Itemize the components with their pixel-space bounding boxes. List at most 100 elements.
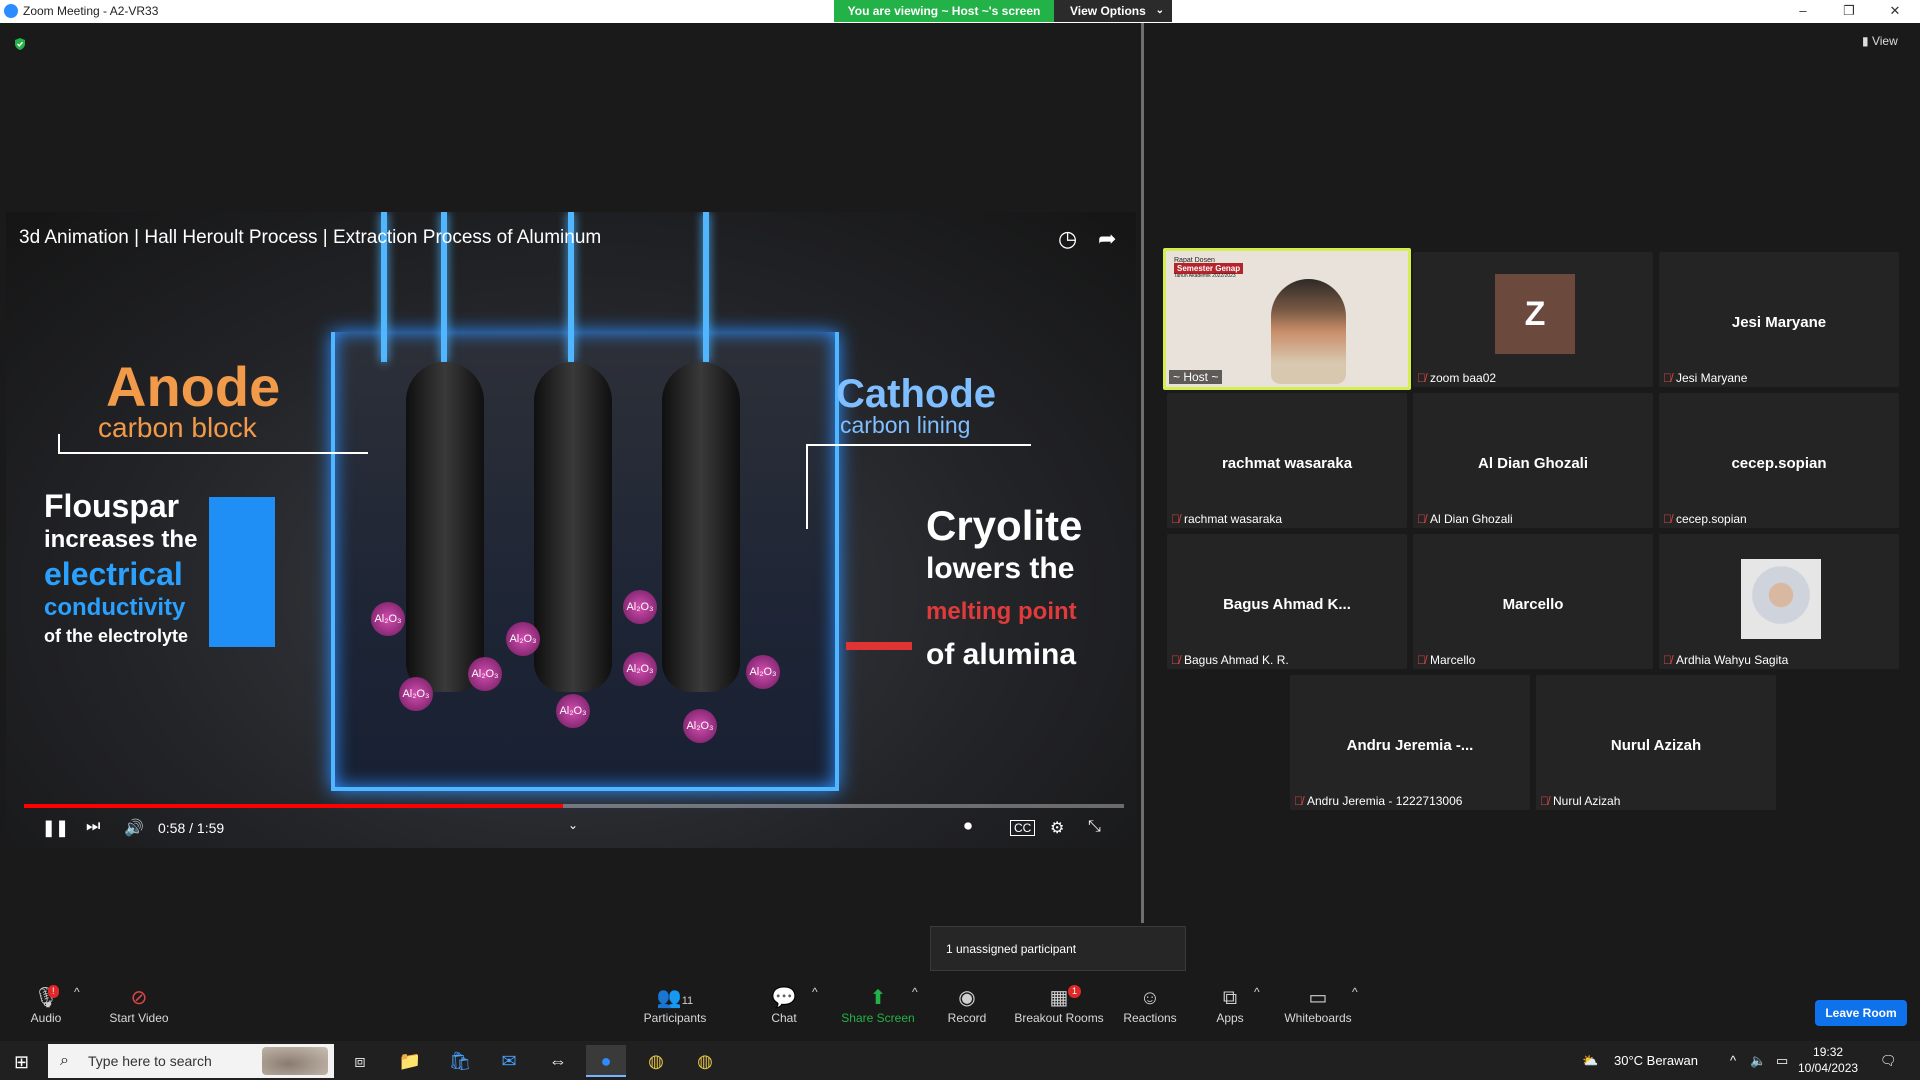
- search-placeholder: Type here to search: [88, 1053, 212, 1069]
- anode-block: [662, 362, 740, 692]
- participant-tile-host[interactable]: Rapat Dosen Semester Genap Tahun Akademi…: [1163, 248, 1411, 390]
- participant-display-name: Bagus Ahmad K...: [1223, 596, 1351, 613]
- cathode-label: Cathode: [836, 372, 996, 416]
- participant-tile[interactable]: Jesi Maryane 🎙̸ Jesi Maryane: [1659, 252, 1899, 387]
- cathode-sub-label: carbon lining: [840, 412, 971, 438]
- chat-button[interactable]: 💬 Chat: [764, 985, 804, 1025]
- exit-fullscreen-icon[interactable]: ⤡: [1088, 818, 1101, 836]
- participant-name: Ardhia Wahyu Sagita: [1676, 653, 1789, 667]
- apps-options-caret[interactable]: ^: [1254, 985, 1260, 999]
- avatar: [1741, 559, 1821, 639]
- close-button[interactable]: ✕: [1872, 0, 1918, 23]
- participant-name-tag: 🎙̸ Al Dian Ghozali: [1417, 512, 1513, 526]
- taskbar-clock[interactable]: 19:32 10/04/2023: [1798, 1044, 1858, 1076]
- ion: Al₂O₃: [623, 590, 657, 624]
- participant-tile[interactable]: Andru Jeremia -... 🎙̸ Andru Jeremia - 122…: [1290, 675, 1530, 810]
- participant-tile[interactable]: 🎙̸ Ardhia Wahyu Sagita: [1659, 534, 1899, 669]
- share-icon[interactable]: ➦: [1098, 226, 1116, 252]
- participant-tile[interactable]: Nurul Azizah 🎙̸ Nurul Azizah: [1536, 675, 1776, 810]
- weather-icon[interactable]: ⛅: [1582, 1041, 1598, 1080]
- anode-sub-label: carbon block: [98, 412, 257, 443]
- participant-name: Marcello: [1430, 653, 1476, 667]
- file-explorer-icon[interactable]: 📁: [390, 1045, 430, 1077]
- weather-text[interactable]: 30°C Berawan: [1614, 1041, 1698, 1080]
- pause-icon[interactable]: ❚❚: [42, 818, 69, 838]
- participant-tile[interactable]: Al Dian Ghozali 🎙̸ Al Dian Ghozali: [1413, 393, 1653, 528]
- ion: Al₂O₃: [506, 622, 540, 656]
- breakout-rooms-icon: ▦: [1049, 987, 1069, 1009]
- participant-name: rachmat wasaraka: [1184, 512, 1283, 526]
- minimize-button[interactable]: –: [1780, 0, 1826, 23]
- settings-gear-icon[interactable]: ⚙: [1050, 818, 1064, 838]
- slide-text: Tahun Akademik 2022/2023: [1174, 273, 1236, 279]
- chevron-down-icon[interactable]: ⌄: [568, 818, 578, 832]
- record-button[interactable]: ◉ Record: [944, 985, 990, 1025]
- next-icon[interactable]: ⏭: [86, 818, 100, 836]
- zoom-taskbar-icon[interactable]: ●: [586, 1045, 626, 1077]
- view-options-button[interactable]: View Options ⌄: [1054, 0, 1172, 22]
- notifications-icon[interactable]: 🗨: [1880, 1041, 1897, 1080]
- mail-icon[interactable]: ✉: [489, 1045, 529, 1077]
- video-title[interactable]: 3d Animation | Hall Heroult Process | Ex…: [19, 227, 601, 249]
- encryption-shield-icon[interactable]: [13, 37, 27, 51]
- participant-name: Bagus Ahmad K. R.: [1184, 653, 1289, 667]
- share-options-caret[interactable]: ^: [912, 985, 918, 999]
- breakout-rooms-button[interactable]: ▦ Breakout Rooms 1: [1012, 985, 1106, 1025]
- video-progress-bar[interactable]: [24, 804, 1124, 808]
- share-screen-button[interactable]: ⬆ Share Screen: [838, 985, 918, 1025]
- video-controls: ❚❚ ⏭ 🔊 0:58 / 1:59 ⌄ ⏺ CC ⚙ ⤡: [6, 810, 1136, 848]
- unassigned-participant-toast[interactable]: 1 unassigned participant: [930, 926, 1186, 971]
- network-icon[interactable]: ▭: [1776, 1041, 1788, 1080]
- windows-taskbar: ⊞ ⌕ Type here to search ⧈ 📁 🛍 ✉ ⇔ ● ◍ ◍ …: [0, 1041, 1920, 1080]
- task-view-icon[interactable]: ⧈: [340, 1045, 380, 1077]
- volume-icon[interactable]: 🔈: [1750, 1041, 1766, 1080]
- windows-start-icon[interactable]: ⊞: [14, 1052, 29, 1073]
- toolbar-label: Whiteboards: [1284, 1011, 1352, 1025]
- participant-tile[interactable]: rachmat wasaraka 🎙̸ rachmat wasaraka: [1167, 393, 1407, 528]
- teamviewer-icon[interactable]: ⇔: [538, 1045, 578, 1077]
- taskbar-search[interactable]: ⌕ Type here to search: [48, 1044, 334, 1078]
- window-title: Zoom Meeting - A2-VR33: [23, 4, 159, 18]
- whiteboards-button[interactable]: ▭ Whiteboards: [1282, 985, 1354, 1025]
- zoom-app-icon: [4, 4, 18, 18]
- participant-name: ~ Host ~: [1169, 370, 1223, 384]
- restore-button[interactable]: ❐: [1826, 0, 1872, 23]
- apps-button[interactable]: ⧉ Apps: [1212, 985, 1248, 1025]
- chat-options-caret[interactable]: ^: [812, 985, 818, 999]
- participant-tile[interactable]: Marcello 🎙̸ Marcello: [1413, 534, 1653, 669]
- mic-muted-icon: 🎙̸: [1663, 512, 1672, 526]
- chrome-icon[interactable]: ◍: [636, 1045, 676, 1077]
- participants-button[interactable]: 👥11 Participants: [640, 985, 710, 1025]
- toolbar-label: Share Screen: [841, 1011, 915, 1025]
- view-layout-button[interactable]: ▮ View: [1862, 34, 1898, 48]
- participant-name: Al Dian Ghozali: [1430, 512, 1513, 526]
- audio-options-caret[interactable]: ^: [74, 985, 80, 999]
- participant-display-name: rachmat wasaraka: [1221, 455, 1353, 472]
- leave-room-button[interactable]: Leave Room: [1815, 1000, 1907, 1026]
- autoplay-toggle[interactable]: ⏺: [964, 818, 972, 836]
- participant-name-tag: 🎙̸ Jesi Maryane: [1663, 371, 1747, 385]
- participant-display-name: cecep.sopian: [1731, 455, 1827, 472]
- captions-icon[interactable]: CC: [1010, 820, 1036, 836]
- toolbar-label: Chat: [771, 1011, 797, 1025]
- reactions-button[interactable]: ☺ Reactions: [1122, 985, 1178, 1025]
- tray-expand-icon[interactable]: ^: [1730, 1041, 1736, 1080]
- split-divider[interactable]: [1141, 23, 1144, 923]
- watch-later-icon[interactable]: ◷: [1058, 226, 1077, 252]
- participant-display-name: Andru Jeremia -...: [1346, 737, 1474, 754]
- participant-tile[interactable]: cecep.sopian 🎙̸ cecep.sopian: [1659, 393, 1899, 528]
- participant-name: Jesi Maryane: [1676, 371, 1748, 385]
- video-time: 0:58 / 1:59: [158, 820, 225, 836]
- participant-tile[interactable]: Bagus Ahmad K... 🎙̸ Bagus Ahmad K. R.: [1167, 534, 1407, 669]
- store-icon[interactable]: 🛍: [440, 1045, 480, 1077]
- participant-name: zoom baa02: [1430, 371, 1497, 385]
- chevron-down-icon: ⌄: [1155, 5, 1164, 16]
- volume-icon[interactable]: 🔊: [124, 818, 144, 838]
- participant-tile[interactable]: Z 🎙̸ zoom baa02: [1413, 252, 1653, 387]
- whiteboards-options-caret[interactable]: ^: [1352, 985, 1358, 999]
- chrome-profile-icon[interactable]: ◍: [685, 1045, 725, 1077]
- start-video-button[interactable]: ⊘ Start Video: [104, 985, 174, 1025]
- search-highlight-image: [262, 1047, 328, 1075]
- audio-button[interactable]: 🎙 Audio !: [26, 985, 66, 1025]
- video-off-icon: ⊘: [130, 987, 148, 1009]
